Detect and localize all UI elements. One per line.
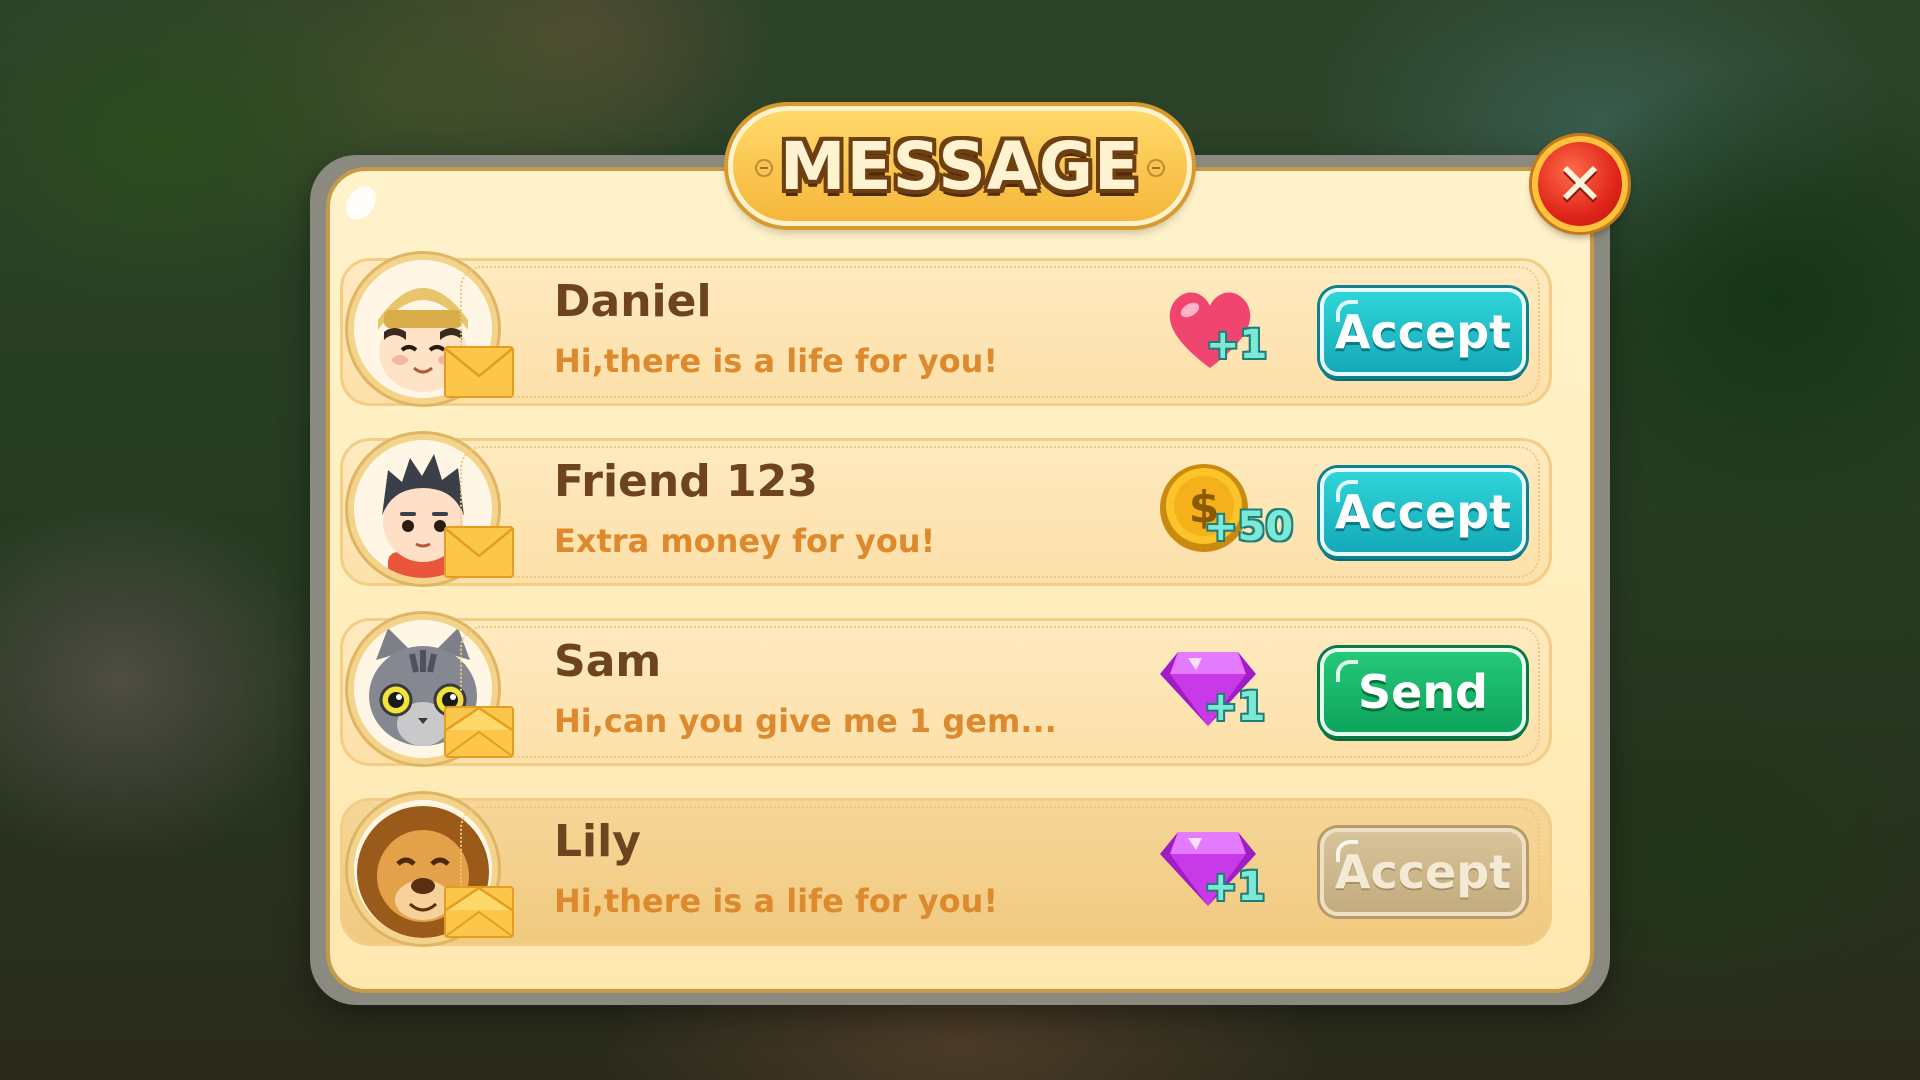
envelope-icon [444,886,514,938]
reward-amount: +1 [1204,684,1266,730]
message-text: Extra money for you! [554,522,936,560]
message-row-daniel: Daniel Hi,there is a life for you! +1 Ac… [340,254,1552,406]
envelope-icon [444,346,514,398]
reward-amount: +50 [1204,504,1294,550]
sender-name: Friend 123 [554,456,818,507]
envelope-icon [444,706,514,758]
reward: +1 [1160,644,1280,740]
sender-name: Lily [554,816,641,867]
close-icon: ✕ [1555,150,1605,218]
accept-button[interactable]: Accept [1320,288,1526,376]
sender-name: Daniel [554,276,712,327]
message-row-lily: Lily Hi,there is a life for you! +1 Acce… [340,794,1552,946]
title-badge: MESSAGE [728,106,1192,226]
message-text: Hi,there is a life for you! [554,882,998,920]
dialog-title: MESSAGE [779,127,1141,205]
reward: +1 [1160,284,1280,380]
message-text: Hi,there is a life for you! [554,342,998,380]
accept-button-disabled: Accept [1320,828,1526,916]
reward-amount: +1 [1204,864,1266,910]
message-row-sam: Sam Hi,can you give me 1 gem... +1 Send [340,614,1552,766]
reward-amount: +1 [1206,322,1268,368]
envelope-icon [444,526,514,578]
reward: +1 [1160,824,1280,920]
message-text: Hi,can you give me 1 gem... [554,702,1057,740]
close-button[interactable]: ✕ [1532,136,1628,232]
sender-name: Sam [554,636,662,687]
accept-button[interactable]: Accept [1320,468,1526,556]
message-row-friend-123: Friend 123 Extra money for you! $ +50 Ac… [340,434,1552,586]
send-button[interactable]: Send [1320,648,1526,736]
reward: $ +50 [1160,464,1293,560]
bolt-icon [1147,159,1165,177]
bolt-icon [755,159,773,177]
